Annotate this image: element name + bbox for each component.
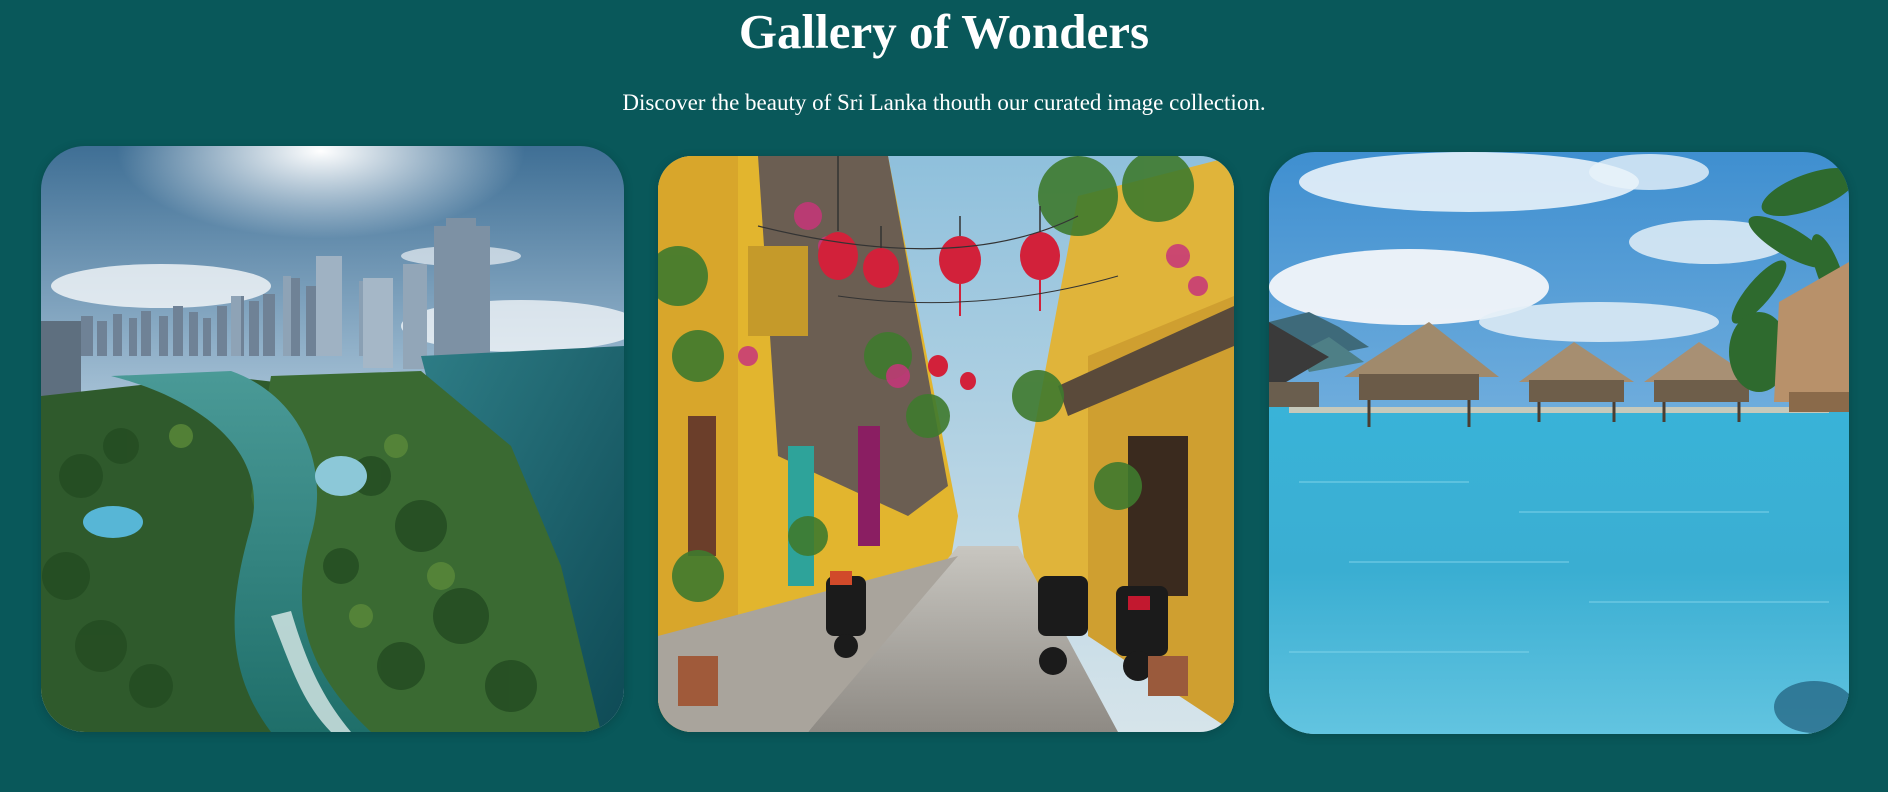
gallery-image-overwater-bungalows[interactable] — [1269, 152, 1849, 734]
page-subtitle: Discover the beauty of Sri Lanka thouth … — [622, 90, 1266, 115]
page-title: Gallery of Wonders — [738, 4, 1150, 59]
city-coast-picture — [41, 146, 624, 732]
gallery-image-city-coast[interactable] — [41, 146, 624, 732]
overwater-bungalows-picture — [1269, 152, 1849, 734]
gallery-image-lantern-street[interactable] — [658, 156, 1234, 732]
lantern-street-picture — [658, 156, 1234, 732]
